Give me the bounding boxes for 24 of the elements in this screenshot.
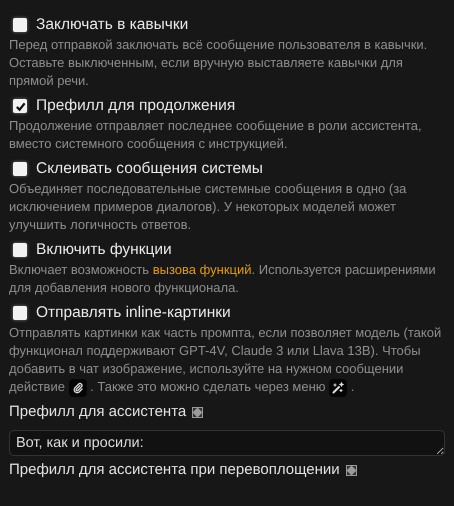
checkbox[interactable]	[13, 162, 27, 176]
field-label: Префилл для ассистента	[9, 402, 186, 422]
paperclip-icon[interactable]	[68, 378, 87, 397]
checkbox[interactable]	[13, 99, 27, 113]
magic-wand-icon[interactable]	[329, 378, 348, 397]
prefill-field[interactable]: Вот, как и просили:	[9, 430, 445, 456]
function-calling-link[interactable]: вызова функций	[152, 262, 252, 277]
expand-icon[interactable]	[192, 407, 204, 418]
description-text: Отправлять картинки как часть промпта, если позволяет модель (такой функционал поддерживают GPT-4V, Claude 3 или Llava 13B). Чтобы добавить в чат изображение, используйте на нужном сообщении действие . Также это можно сделать через меню .	[9, 324, 445, 397]
checkbox-label[interactable]: Префилл для продолжения	[36, 94, 236, 118]
checkbox-label[interactable]: Склеивать сообщения системы	[36, 157, 263, 181]
checkbox-label[interactable]: Отправлять inline-картинки	[36, 301, 231, 325]
checkbox-label[interactable]: Включить функции	[36, 238, 172, 262]
description-text: Оставьте выключенным, если вручную выставляете кавычки для прямой речи.	[9, 54, 404, 90]
description-text: Включает возможность вызова функций. Используется расширениями для добавления нового функционала.	[9, 261, 437, 297]
checkbox-label[interactable]: Заключать в кавычки	[36, 13, 188, 37]
checkbox[interactable]	[13, 306, 27, 320]
checkbox[interactable]	[13, 243, 27, 257]
description-text: Перед отправкой заключать всё сообщение пользователя в кавычки.	[9, 36, 428, 54]
checkbox[interactable]	[13, 18, 27, 32]
expand-icon[interactable]	[346, 465, 357, 476]
description-text: Объединяет последовательные системные сообщения в одно (за исключением примеров диалогов). У некоторых моделей может улучшить логичность ответов.	[9, 180, 408, 234]
field-label: Префилл для ассистента при перевоплощении	[9, 460, 340, 480]
description-text: Продолжение отправляет последнее сообщение в роли ассистента, вместо системного сообщения с инструкцией.	[9, 117, 423, 153]
